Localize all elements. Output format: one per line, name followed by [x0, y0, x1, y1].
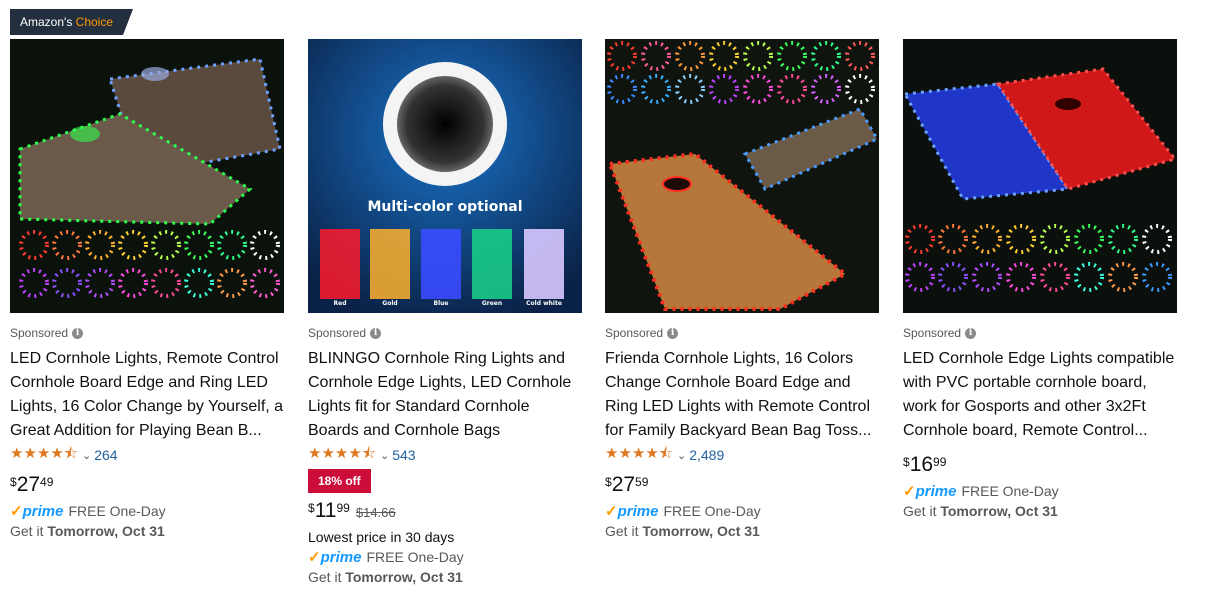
- sponsored-label: Sponsored i: [10, 325, 284, 341]
- prime-check-icon: ✓: [605, 503, 618, 520]
- rating-row: ★★★★⯪ ⌄ 2,489: [605, 445, 879, 465]
- delivery-info: Get it Tomorrow, Oct 31: [903, 503, 1058, 519]
- sponsored-label: Sponsored i: [308, 325, 582, 341]
- rating-count[interactable]: 264: [94, 447, 117, 463]
- delivery-info: Get it Tomorrow, Oct 31: [10, 523, 165, 539]
- prime-check-icon: ✓: [10, 503, 23, 520]
- product-image-4[interactable]: [903, 39, 1177, 313]
- product-title[interactable]: Frienda Cornhole Lights, 16 Colors Chang…: [605, 347, 879, 443]
- prime-logo: prime: [22, 502, 64, 520]
- prime-check-icon: ✓: [308, 549, 321, 566]
- image-caption: Multi-color optional: [367, 199, 522, 215]
- product-image-1[interactable]: [10, 39, 284, 313]
- badge-prefix: Amazon's: [20, 15, 73, 29]
- rating-row: ★★★★⯪ ⌄ 543: [308, 445, 582, 465]
- svg-text:Green: Green: [482, 300, 502, 307]
- svg-text:Red: Red: [334, 300, 347, 307]
- product-card-1: Sponsored i LED Cornhole Lights, Remote …: [10, 39, 284, 539]
- rating-count[interactable]: 543: [392, 447, 415, 463]
- star-rating[interactable]: ★★★★⯪: [10, 443, 78, 468]
- price[interactable]: $ 27 59: [605, 473, 879, 499]
- delivery-info: Get it Tomorrow, Oct 31: [308, 569, 463, 585]
- chevron-down-icon[interactable]: ⌄: [380, 449, 389, 462]
- svg-text:Cold white: Cold white: [526, 300, 562, 307]
- svg-text:Blue: Blue: [434, 300, 449, 307]
- product-title[interactable]: LED Cornhole Edge Lights compatible with…: [903, 347, 1177, 443]
- product-image-2[interactable]: Multi-color optional Red Gold Blue Green…: [308, 39, 582, 313]
- prime-shipping: ✓ prime FREE One-Day: [605, 502, 761, 521]
- list-price: $14.66: [355, 505, 396, 520]
- lowest-price-note: Lowest price in 30 days: [308, 529, 455, 545]
- rating-count[interactable]: 2,489: [689, 447, 724, 463]
- prime-shipping: ✓ prime FREE One-Day: [903, 482, 1059, 501]
- product-card-2: Multi-color optional Red Gold Blue Green…: [308, 39, 582, 585]
- info-icon[interactable]: i: [667, 327, 679, 339]
- price[interactable]: $ 27 49: [10, 473, 284, 499]
- prime-logo: prime: [617, 502, 659, 520]
- delivery-info: Get it Tomorrow, Oct 31: [605, 523, 760, 539]
- prime-logo: prime: [915, 482, 957, 500]
- info-icon[interactable]: i: [370, 327, 382, 339]
- star-rating[interactable]: ★★★★⯪: [605, 443, 673, 468]
- chevron-down-icon[interactable]: ⌄: [677, 449, 686, 462]
- badge-choice: Choice: [75, 15, 114, 29]
- info-icon[interactable]: i: [72, 327, 84, 339]
- prime-logo: prime: [320, 548, 362, 566]
- sponsored-label: Sponsored i: [605, 325, 879, 341]
- product-card-3: Sponsored i Frienda Cornhole Lights, 16 …: [605, 39, 879, 539]
- chevron-down-icon[interactable]: ⌄: [82, 449, 91, 462]
- discount-badge: 18% off: [308, 469, 371, 493]
- prime-shipping: ✓ prime FREE One-Day: [10, 502, 166, 521]
- price[interactable]: $ 16 99: [903, 453, 1177, 479]
- svg-text:Gold: Gold: [382, 300, 397, 307]
- prime-shipping: ✓ prime FREE One-Day: [308, 548, 464, 567]
- product-image-3[interactable]: [605, 39, 879, 313]
- star-rating[interactable]: ★★★★⯪: [308, 443, 376, 468]
- amazons-choice-badge: Amazon's Choice: [10, 9, 133, 35]
- sponsored-label: Sponsored i: [903, 325, 1177, 341]
- price[interactable]: $ 11 99 $14.66: [308, 499, 582, 525]
- prime-check-icon: ✓: [903, 483, 916, 500]
- product-title[interactable]: LED Cornhole Lights, Remote Control Corn…: [10, 347, 284, 443]
- rating-row: ★★★★⯪ ⌄ 264: [10, 445, 284, 465]
- product-card-4: Sponsored i LED Cornhole Edge Lights com…: [903, 39, 1177, 519]
- product-title[interactable]: BLINNGO Cornhole Ring Lights and Cornhol…: [308, 347, 582, 443]
- info-icon[interactable]: i: [965, 327, 977, 339]
